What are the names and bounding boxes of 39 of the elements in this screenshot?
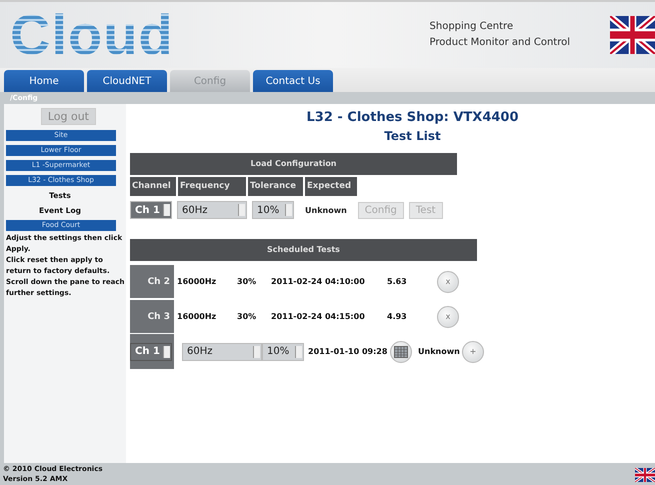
dropdown[interactable]: 60Hz	[177, 201, 247, 219]
channel-cell: Ch 3	[130, 300, 174, 333]
calendar-icon	[394, 346, 408, 358]
status-text: Unknown	[305, 206, 347, 214]
dropdown[interactable]: Ch 1	[130, 342, 172, 360]
table-cell-text: 2011-02-24 04:15:00	[271, 312, 366, 321]
table-cell-text: 16000Hz	[177, 312, 218, 321]
column-header: Tolerance	[248, 177, 303, 196]
page-title: L32 - Clothes Shop: VTX4400	[306, 110, 518, 125]
nav-tab[interactable]: Home	[4, 70, 84, 92]
flag-icon	[635, 468, 655, 482]
table-cell-text: 30%	[237, 312, 258, 321]
table-cell-text: 2011-01-10 09:28	[308, 347, 388, 356]
column-header: Expected	[305, 177, 357, 196]
add-button[interactable]: +	[462, 340, 484, 362]
table-cell-text: 30%	[237, 277, 258, 286]
calendar-button[interactable]	[390, 340, 412, 362]
nav-tab[interactable]: CloudNET	[87, 70, 167, 92]
dropdown[interactable]: 60Hz	[182, 342, 262, 360]
header-text: Shopping Centre	[430, 20, 514, 34]
dropdown[interactable]: 10%	[262, 342, 304, 360]
page-subtitle: Test List	[384, 129, 441, 143]
nav-tab[interactable]: Contact Us	[253, 70, 333, 92]
flag-icon	[610, 16, 655, 54]
table-cell-text: 2011-02-24 04:10:00	[271, 277, 366, 286]
table-cell-text: Unknown	[418, 347, 461, 356]
section-header: Scheduled Tests	[130, 239, 477, 261]
section-header: Load Configuration	[130, 153, 457, 175]
table-cell-text: 5.63	[387, 277, 408, 286]
column-header: Channel	[130, 177, 176, 196]
remove-button[interactable]: x	[437, 306, 459, 328]
table-cell-text: 4.93	[387, 312, 408, 321]
channel-cell: Ch 2	[130, 265, 174, 298]
table-cell-text: 16000Hz	[177, 277, 218, 286]
header-text: Product Monitor and Control	[430, 36, 570, 50]
dropdown[interactable]: 10%	[252, 201, 294, 219]
dropdown[interactable]: Ch 1	[130, 201, 172, 219]
column-header: Frequency	[178, 177, 246, 196]
remove-button[interactable]: x	[437, 270, 459, 292]
